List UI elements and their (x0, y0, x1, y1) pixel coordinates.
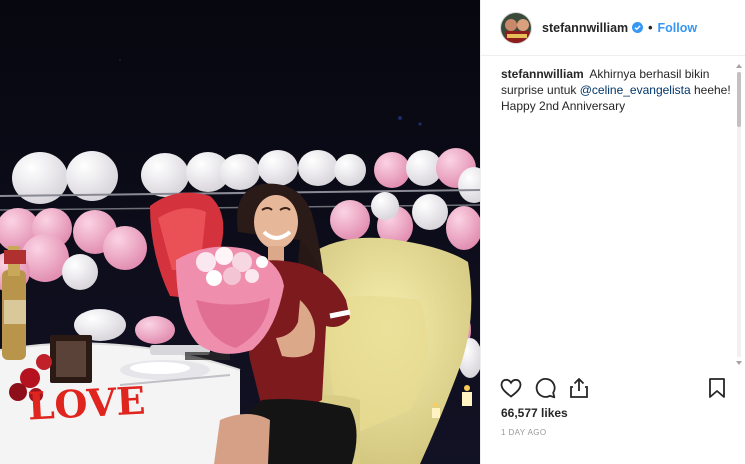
caption-mention[interactable]: @celine_evangelista (580, 83, 691, 97)
bookmark-icon (709, 378, 725, 398)
scroll-up-icon[interactable] (736, 64, 742, 68)
post-side-panel: stefannwilliam • Follow stefannwilliam A… (480, 0, 745, 464)
post-photo[interactable]: LOVE (0, 0, 480, 464)
instagram-post: LOVE stefannwilliam • Follow stefannwill… (0, 0, 745, 464)
verified-badge-icon (632, 22, 644, 33)
champagne-bottle (2, 246, 26, 360)
comment-button[interactable] (533, 376, 557, 400)
like-count[interactable]: 66,577 likes (501, 406, 568, 420)
avatar-image (501, 12, 531, 43)
comment-icon (535, 378, 556, 399)
heart-icon (500, 378, 522, 398)
action-bar (499, 376, 731, 402)
comments-scrollbar[interactable] (735, 62, 743, 367)
caption-username[interactable]: stefannwilliam (501, 67, 584, 81)
share-icon (570, 378, 588, 398)
avatar[interactable] (500, 11, 532, 44)
follow-button[interactable]: Follow (658, 21, 698, 35)
photo-scene: LOVE (0, 0, 480, 464)
like-button[interactable] (499, 376, 523, 400)
love-text: LOVE (27, 378, 147, 429)
scroll-down-icon[interactable] (736, 361, 742, 365)
love-sign: LOVE (27, 378, 147, 429)
post-header: stefannwilliam • Follow (481, 0, 745, 56)
caption-area: stefannwilliam Akhirnya berhasil bikin s… (501, 66, 731, 356)
username-link[interactable]: stefannwilliam (542, 21, 628, 35)
separator-dot: • (648, 20, 653, 35)
scrollbar-thumb[interactable] (737, 72, 741, 127)
save-button[interactable] (705, 376, 729, 400)
share-button[interactable] (567, 376, 591, 400)
post-timestamp[interactable]: 1 DAY AGO (501, 428, 547, 437)
